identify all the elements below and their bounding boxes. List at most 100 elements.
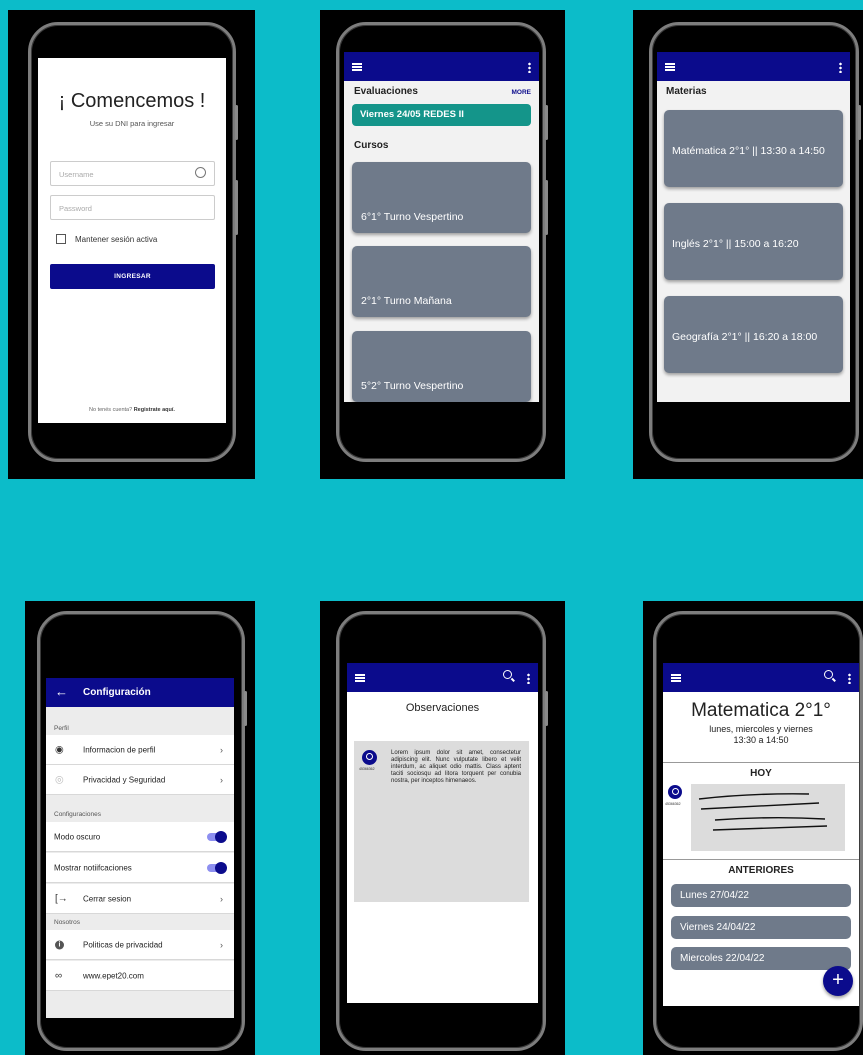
login-button-label: INGRESAR <box>114 273 151 280</box>
privacidad-label: Privacidad y Seguridad <box>83 775 166 784</box>
detalle-screen: Matematica 2°1° lunes, miercoles y viern… <box>663 663 859 1006</box>
materias-screen: Materias Matématica 2°1° || 13:30 a 14:5… <box>657 52 850 402</box>
config-section-label: Configuraciones <box>54 811 101 818</box>
chevron-right-icon: › <box>220 939 223 950</box>
detalle-title: Matematica 2°1° <box>691 700 831 721</box>
evaluaciones-title: Evaluaciones <box>354 86 418 97</box>
nosotros-section-header: Nosotros <box>46 916 234 930</box>
website-label: www.epet20.com <box>83 971 144 980</box>
curso-card[interactable]: 6°1° Turno Vespertino <box>352 162 531 233</box>
curso-card[interactable]: 2°1° Turno Mañana <box>352 246 531 317</box>
panel-home: Evaluaciones MORE Viernes 24/05 REDES II… <box>320 10 565 479</box>
materia-label: Matématica 2°1° || 13:30 a 14:50 <box>672 145 825 157</box>
config-appbar: ← Configuración <box>46 678 234 707</box>
menu-icon[interactable] <box>665 63 675 71</box>
more-vert-icon[interactable] <box>839 62 842 73</box>
cerrar-sesion-row[interactable]: [→ Cerrar sesion › <box>46 884 234 914</box>
side-button <box>545 180 548 235</box>
remember-label: Mantener sesión activa <box>75 235 158 244</box>
account-circle-icon <box>195 167 206 178</box>
detalle-days: lunes, miercoles y viernes <box>709 724 813 734</box>
panel-config: ← Configuración Perfil ◉ Informacion de … <box>25 601 255 1055</box>
materia-card[interactable]: Inglés 2°1° || 15:00 a 16:20 <box>664 203 843 280</box>
modo-oscuro-row: Modo oscuro <box>46 822 234 852</box>
remember-checkbox[interactable] <box>56 234 66 244</box>
materia-card[interactable]: Matématica 2°1° || 13:30 a 14:50 <box>664 110 843 187</box>
more-vert-icon[interactable] <box>527 673 530 684</box>
menu-icon[interactable] <box>671 674 681 682</box>
observacion-text: Lorem ipsum dolor sit amet, consectetur … <box>391 750 521 784</box>
curso-label: 2°1° Turno Mañana <box>361 295 452 307</box>
anterior-item[interactable]: Viernes 24/04/22 <box>671 916 851 939</box>
curso-card[interactable]: 5°2° Turno Vespertino <box>352 331 531 402</box>
side-button <box>858 105 861 140</box>
detalle-appbar <box>663 663 859 692</box>
perfil-info-label: Informacion de perfil <box>83 745 156 754</box>
side-button <box>244 691 247 726</box>
panel-login: ¡ Comencemos ! Use su DNI para ingresar … <box>8 10 255 479</box>
perfil-info-row[interactable]: ◉ Informacion de perfil › <box>46 735 234 765</box>
materia-label: Geografía 2°1° || 16:20 a 18:00 <box>672 331 818 343</box>
register-prefix: No tenés cuenta? <box>89 407 134 413</box>
avatar <box>668 785 682 799</box>
back-arrow-icon[interactable]: ← <box>55 684 68 699</box>
register-footer: No tenés cuenta? Registrate aquí. <box>38 407 226 413</box>
materia-label: Inglés 2°1° || 15:00 a 16:20 <box>672 238 799 250</box>
observaciones-title: Observaciones <box>405 702 480 714</box>
login-subtitle: Use su DNI para ingresar <box>89 119 175 128</box>
logout-icon: [→ <box>55 893 68 904</box>
detalle-time: 13:30 a 14:50 <box>733 735 789 745</box>
anterior-item[interactable]: Miercoles 22/04/22 <box>671 947 851 970</box>
materia-card[interactable]: Geografía 2°1° || 16:20 a 18:00 <box>664 296 843 373</box>
hoy-note-card[interactable] <box>691 784 845 851</box>
side-button <box>545 691 548 726</box>
anterior-item[interactable]: Lunes 27/04/22 <box>671 884 851 907</box>
plus-icon: + <box>832 969 844 991</box>
cursos-title: Cursos <box>354 140 389 151</box>
notificaciones-row: Mostrar notiifcaciones <box>46 853 234 883</box>
username-field[interactable]: Username <box>50 161 215 186</box>
curso-label: 5°2° Turno Vespertino <box>361 380 464 392</box>
menu-icon[interactable] <box>352 63 362 71</box>
avatar-icon <box>366 753 373 760</box>
evaluation-item[interactable]: Viernes 24/05 REDES II <box>352 104 531 126</box>
website-row[interactable]: ∞ www.epet20.com <box>46 961 234 991</box>
search-icon-handle <box>511 677 515 682</box>
anterior-label: Lunes 27/04/22 <box>680 890 749 901</box>
more-vert-icon[interactable] <box>848 673 851 684</box>
password-field[interactable]: Password <box>50 195 215 220</box>
cerrar-sesion-label: Cerrar sesion <box>83 894 132 903</box>
notificaciones-toggle[interactable] <box>207 861 227 874</box>
side-button <box>545 105 548 140</box>
username-input[interactable]: Username <box>59 170 94 179</box>
avatar-caption: 45366362 <box>359 767 375 771</box>
perfil-section-label: Perfil <box>54 725 69 732</box>
observacion-card[interactable]: 45366362 Lorem ipsum dolor sit amet, con… <box>354 741 529 902</box>
more-link[interactable]: MORE <box>512 89 532 96</box>
observaciones-appbar <box>347 663 538 692</box>
register-link[interactable]: Registrate aquí. <box>134 407 175 413</box>
materias-title: Materias <box>666 86 707 97</box>
avatar-caption: 45366362 <box>665 802 681 806</box>
login-button[interactable]: INGRESAR <box>50 264 215 289</box>
avatar-icon <box>671 788 679 795</box>
materias-appbar <box>657 52 850 81</box>
divider <box>663 762 859 763</box>
politicas-row[interactable]: i Politicas de privacidad › <box>46 930 234 960</box>
home-screen: Evaluaciones MORE Viernes 24/05 REDES II… <box>344 52 539 402</box>
hoy-label: HOY <box>750 768 772 779</box>
login-screen: ¡ Comencemos ! Use su DNI para ingresar … <box>38 58 226 423</box>
add-fab-button[interactable]: + <box>823 966 853 996</box>
anteriores-label: ANTERIORES <box>728 865 794 876</box>
more-vert-icon[interactable] <box>528 62 531 73</box>
politicas-label: Politicas de privacidad <box>83 940 163 949</box>
nosotros-section-label: Nosotros <box>54 919 81 926</box>
privacidad-row[interactable]: ◎ Privacidad y Seguridad › <box>46 765 234 795</box>
panel-observaciones: Observaciones 45366362 Lorem ipsum dolor… <box>320 601 565 1055</box>
modo-oscuro-toggle[interactable] <box>207 830 227 843</box>
password-input[interactable]: Password <box>59 204 92 213</box>
menu-icon[interactable] <box>355 674 365 682</box>
evaluation-item-label: Viernes 24/05 REDES II <box>360 109 464 120</box>
config-screen: ← Configuración Perfil ◉ Informacion de … <box>46 678 234 1018</box>
info-icon: i <box>55 940 64 949</box>
